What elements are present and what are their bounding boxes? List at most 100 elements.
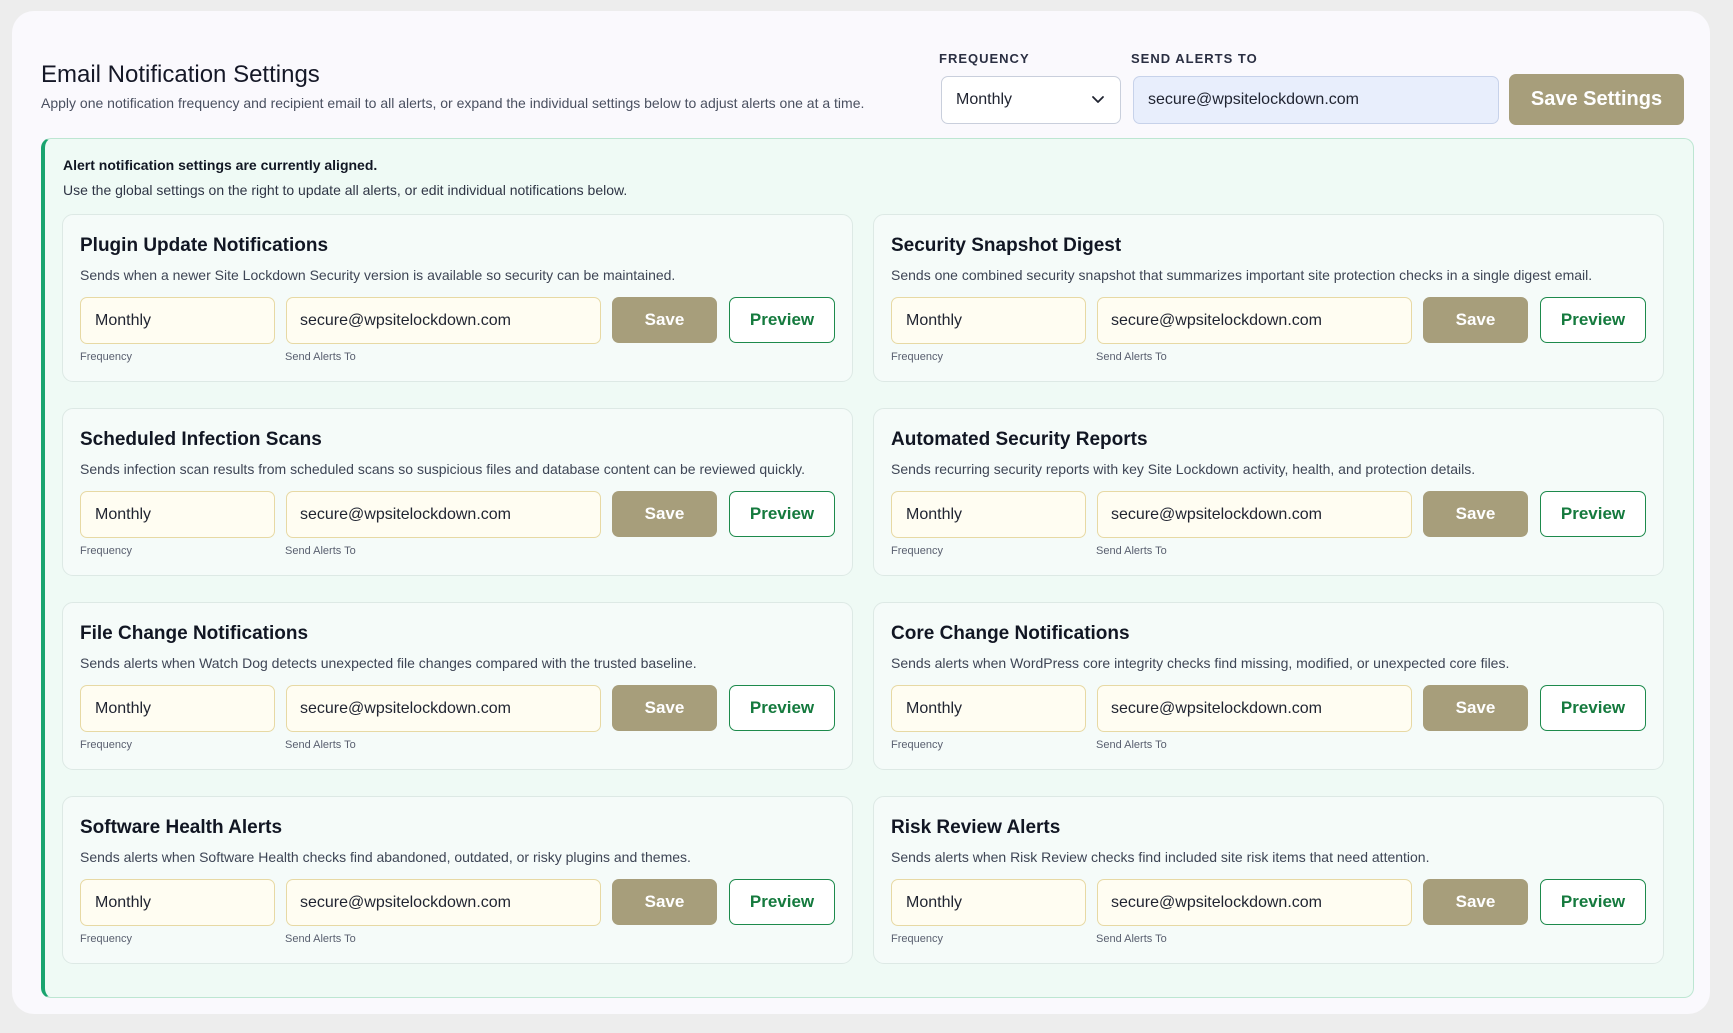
frequency-label: Frequency: [80, 545, 132, 557]
save-button[interactable]: Save: [1423, 297, 1528, 343]
alert-card-security-reports: Automated Security Reports Sends recurri…: [873, 408, 1664, 576]
email-value: secure@wpsitelockdown.com: [1111, 505, 1322, 523]
email-input[interactable]: secure@wpsitelockdown.com: [1097, 879, 1412, 926]
frequency-value: Monthly: [906, 893, 963, 911]
preview-button[interactable]: Preview: [729, 297, 835, 343]
email-label: Send Alerts To: [285, 933, 356, 945]
settings-page: Email Notification Settings Apply one no…: [12, 11, 1710, 1014]
frequency-select[interactable]: Monthly: [80, 685, 275, 732]
save-button[interactable]: Save: [612, 685, 717, 731]
save-button[interactable]: Save: [612, 297, 717, 343]
global-frequency-value: Monthly: [956, 91, 1013, 108]
card-description: Sends one combined security snapshot tha…: [891, 267, 1593, 283]
frequency-select[interactable]: Monthly: [891, 685, 1086, 732]
global-controls: FREQUENCY SEND ALERTS TO Monthly secure@…: [939, 47, 1694, 137]
alert-card-plugin-update: Plugin Update Notifications Sends when a…: [62, 214, 853, 382]
frequency-label: Frequency: [80, 933, 132, 945]
email-label: Send Alerts To: [285, 351, 356, 363]
preview-button[interactable]: Preview: [729, 491, 835, 537]
card-description: Sends infection scan results from schedu…: [80, 461, 806, 477]
frequency-value: Monthly: [95, 893, 152, 911]
global-email-value: secure@wpsitelockdown.com: [1148, 91, 1359, 108]
email-label: Send Alerts To: [1096, 739, 1167, 751]
global-email-label: SEND ALERTS TO: [1131, 51, 1258, 66]
card-title: Scheduled Infection Scans: [80, 429, 322, 450]
email-value: secure@wpsitelockdown.com: [300, 893, 511, 911]
frequency-label: Frequency: [891, 545, 943, 557]
card-title: Automated Security Reports: [891, 429, 1148, 450]
preview-button[interactable]: Preview: [1540, 879, 1646, 925]
settings-header: Email Notification Settings Apply one no…: [41, 47, 1694, 137]
card-description: Sends alerts when Watch Dog detects unex…: [80, 655, 697, 671]
save-button[interactable]: Save: [612, 491, 717, 537]
alert-card-risk-review: Risk Review Alerts Sends alerts when Ris…: [873, 796, 1664, 964]
save-button[interactable]: Save: [1423, 879, 1528, 925]
save-button[interactable]: Save: [1423, 685, 1528, 731]
email-label: Send Alerts To: [1096, 545, 1167, 557]
frequency-select[interactable]: Monthly: [80, 879, 275, 926]
alignment-status: Alert notification settings are currentl…: [63, 157, 378, 173]
email-input[interactable]: secure@wpsitelockdown.com: [1097, 491, 1412, 538]
global-frequency-select[interactable]: Monthly: [941, 76, 1121, 124]
global-frequency-label: FREQUENCY: [939, 51, 1030, 66]
frequency-value: Monthly: [95, 699, 152, 717]
email-label: Send Alerts To: [1096, 351, 1167, 363]
alert-card-infection-scans: Scheduled Infection Scans Sends infectio…: [62, 408, 853, 576]
frequency-label: Frequency: [891, 351, 943, 363]
save-settings-button[interactable]: Save Settings: [1509, 74, 1684, 125]
card-description: Sends alerts when Risk Review checks fin…: [891, 849, 1430, 865]
frequency-label: Frequency: [891, 739, 943, 751]
card-title: Plugin Update Notifications: [80, 235, 329, 256]
card-description: Sends recurring security reports with ke…: [891, 461, 1476, 477]
preview-button[interactable]: Preview: [1540, 491, 1646, 537]
alignment-hint: Use the global settings on the right to …: [63, 182, 628, 198]
save-button[interactable]: Save: [612, 879, 717, 925]
email-value: secure@wpsitelockdown.com: [300, 699, 511, 717]
card-title: Core Change Notifications: [891, 623, 1130, 644]
frequency-value: Monthly: [95, 311, 152, 329]
email-value: secure@wpsitelockdown.com: [1111, 311, 1322, 329]
global-email-input[interactable]: secure@wpsitelockdown.com: [1133, 76, 1499, 124]
card-title: Risk Review Alerts: [891, 817, 1061, 838]
frequency-select[interactable]: Monthly: [80, 491, 275, 538]
alert-card-file-change: File Change Notifications Sends alerts w…: [62, 602, 853, 770]
frequency-select[interactable]: Monthly: [891, 297, 1086, 344]
save-button[interactable]: Save: [1423, 491, 1528, 537]
frequency-value: Monthly: [906, 699, 963, 717]
preview-button[interactable]: Preview: [1540, 685, 1646, 731]
card-title: Software Health Alerts: [80, 817, 283, 838]
email-input[interactable]: secure@wpsitelockdown.com: [1097, 297, 1412, 344]
page-subtitle: Apply one notification frequency and rec…: [41, 95, 865, 111]
preview-button[interactable]: Preview: [729, 879, 835, 925]
page-title: Email Notification Settings: [41, 61, 320, 88]
alert-card-security-snapshot: Security Snapshot Digest Sends one combi…: [873, 214, 1664, 382]
preview-button[interactable]: Preview: [1540, 297, 1646, 343]
frequency-select[interactable]: Monthly: [80, 297, 275, 344]
card-description: Sends alerts when Software Health checks…: [80, 849, 691, 865]
frequency-label: Frequency: [80, 739, 132, 751]
alert-card-core-change: Core Change Notifications Sends alerts w…: [873, 602, 1664, 770]
email-input[interactable]: secure@wpsitelockdown.com: [286, 491, 601, 538]
email-value: secure@wpsitelockdown.com: [1111, 699, 1322, 717]
frequency-label: Frequency: [891, 933, 943, 945]
alert-card-software-health: Software Health Alerts Sends alerts when…: [62, 796, 853, 964]
email-input[interactable]: secure@wpsitelockdown.com: [286, 879, 601, 926]
frequency-value: Monthly: [906, 311, 963, 329]
email-label: Send Alerts To: [285, 545, 356, 557]
email-label: Send Alerts To: [1096, 933, 1167, 945]
frequency-select[interactable]: Monthly: [891, 491, 1086, 538]
card-title: File Change Notifications: [80, 623, 309, 644]
email-input[interactable]: secure@wpsitelockdown.com: [286, 297, 601, 344]
email-input[interactable]: secure@wpsitelockdown.com: [1097, 685, 1412, 732]
frequency-select[interactable]: Monthly: [891, 879, 1086, 926]
card-title: Security Snapshot Digest: [891, 235, 1122, 256]
email-input[interactable]: secure@wpsitelockdown.com: [286, 685, 601, 732]
email-value: secure@wpsitelockdown.com: [300, 505, 511, 523]
frequency-value: Monthly: [95, 505, 152, 523]
frequency-label: Frequency: [80, 351, 132, 363]
email-value: secure@wpsitelockdown.com: [1111, 893, 1322, 911]
preview-button[interactable]: Preview: [729, 685, 835, 731]
alerts-panel: Alert notification settings are currentl…: [41, 138, 1694, 998]
chevron-down-icon: [1092, 96, 1104, 103]
card-description: Sends when a newer Site Lockdown Securit…: [80, 267, 676, 283]
